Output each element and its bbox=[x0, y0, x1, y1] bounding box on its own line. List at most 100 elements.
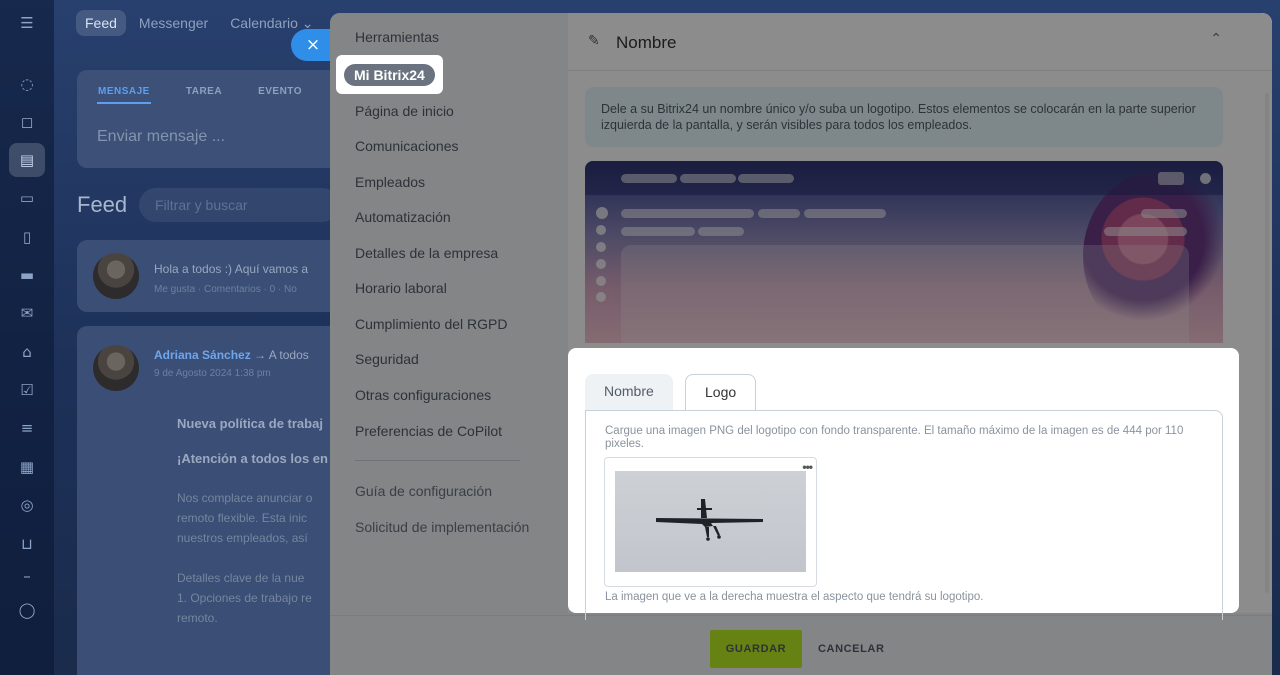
preview-dot bbox=[596, 276, 606, 286]
menu-item-gdpr[interactable]: Cumplimiento del RGPD bbox=[355, 316, 508, 332]
menu-item-security[interactable]: Seguridad bbox=[355, 351, 419, 367]
preview-bar bbox=[621, 227, 695, 236]
preview-bar bbox=[1141, 209, 1187, 218]
preview-hint: La imagen que ve a la derecha muestra el… bbox=[605, 591, 984, 603]
calendar-icon[interactable]: ▭ bbox=[17, 188, 37, 208]
post-text: Hola a todos :) Aquí vamos a bbox=[154, 262, 309, 276]
post-details-line: 1. Opciones de trabajo re bbox=[177, 591, 312, 605]
highlight-my-bitrix24: Mi Bitrix24 bbox=[336, 55, 443, 94]
pulse-icon[interactable]: ◌ bbox=[17, 74, 37, 94]
preview-bar bbox=[738, 174, 794, 183]
crm-icon[interactable]: ≡ bbox=[17, 418, 37, 438]
left-rail: ☰ ◌ ◻ ▤ ▭ ▯ ▬ ✉ ⌂ ☑ ≡ ▦ ◎ ⊔ – ◯ bbox=[0, 0, 54, 675]
preview-dot bbox=[596, 225, 606, 235]
feed-icon[interactable]: ▤ bbox=[9, 143, 45, 177]
chat-icon[interactable]: ◻ bbox=[17, 112, 37, 132]
preview-bar bbox=[804, 209, 886, 218]
composer-tab-indicator bbox=[97, 102, 151, 104]
menu-item-company-details[interactable]: Detalles de la empresa bbox=[355, 245, 498, 261]
portal-preview bbox=[585, 161, 1223, 343]
preview-bar bbox=[680, 174, 736, 183]
preview-card bbox=[621, 245, 1189, 343]
menu-item-other-settings[interactable]: Otras configuraciones bbox=[355, 387, 491, 403]
nav-tab-messenger[interactable]: Messenger bbox=[130, 10, 217, 36]
logo-tab-panel: Cargue una imagen PNG del logotipo con f… bbox=[585, 410, 1223, 620]
post-recipient: → A todos bbox=[254, 348, 309, 362]
chevron-up-icon[interactable]: ⌃ bbox=[1210, 31, 1222, 47]
post-meta: Me gusta · Comentarios · 0 · No bbox=[154, 284, 297, 295]
menu-item-work-hours[interactable]: Horario laboral bbox=[355, 280, 447, 296]
nav-tab-feed[interactable]: Feed bbox=[76, 10, 126, 36]
preview-bar bbox=[621, 209, 754, 218]
post-details-line: remoto. bbox=[177, 611, 218, 625]
logo-upload-frame[interactable]: ••• bbox=[604, 457, 817, 587]
top-navigation: Feed Messenger Calendario ⌄ bbox=[76, 9, 323, 37]
menu-item-automation[interactable]: Automatización bbox=[355, 209, 451, 225]
post-alert: ¡Atención a todos los en bbox=[177, 451, 328, 466]
post-details-line: Detalles clave de la nue bbox=[177, 571, 305, 585]
cancel-button[interactable]: CANCELAR bbox=[814, 630, 889, 668]
logo-image bbox=[615, 471, 806, 572]
composer-input[interactable]: Enviar mensaje ... bbox=[97, 128, 225, 146]
preview-bar bbox=[698, 227, 744, 236]
preview-logo-slot bbox=[1158, 172, 1184, 185]
mail-icon[interactable]: ✉ bbox=[17, 303, 37, 323]
menu-item-implementation-request[interactable]: Solicitud de implementación bbox=[355, 519, 529, 535]
marketing-icon[interactable]: ◎ bbox=[17, 495, 37, 515]
info-box: Dele a su Bitrix24 un nombre único y/o s… bbox=[585, 87, 1223, 147]
pen-icon: ✎ bbox=[588, 33, 600, 49]
menu-item-communications[interactable]: Comunicaciones bbox=[355, 138, 459, 154]
save-button[interactable]: GUARDAR bbox=[710, 630, 802, 668]
feed-post: Adriana Sánchez → A todos 9 de Agosto 20… bbox=[77, 326, 347, 675]
more-apps-icon[interactable]: ◯ bbox=[17, 600, 37, 620]
avatar[interactable] bbox=[93, 253, 139, 299]
feed-filter-input[interactable]: Filtrar y buscar bbox=[139, 188, 339, 222]
avatar[interactable] bbox=[93, 345, 139, 391]
preview-bar bbox=[621, 174, 677, 183]
menu-icon[interactable]: ☰ bbox=[17, 13, 37, 33]
grid-icon[interactable]: ▦ bbox=[17, 457, 37, 477]
section-header[interactable]: ✎ Nombre ⌃ bbox=[568, 13, 1272, 71]
post-composer: MENSAJE TAREA EVENTO Enviar mensaje ... bbox=[77, 70, 347, 168]
cart-icon[interactable]: ⊔ bbox=[17, 534, 37, 554]
preview-dot bbox=[596, 242, 606, 252]
composer-tab-event[interactable]: EVENTO bbox=[258, 86, 302, 97]
tasks-icon[interactable]: ☑ bbox=[17, 380, 37, 400]
scrollbar[interactable] bbox=[1265, 93, 1269, 593]
post-author[interactable]: Adriana Sánchez bbox=[154, 348, 251, 362]
close-slider-button[interactable]: × bbox=[291, 29, 331, 61]
post-body-line: remoto flexible. Esta inic bbox=[177, 511, 308, 525]
tab-logo[interactable]: Logo bbox=[685, 374, 757, 411]
composer-tab-message[interactable]: MENSAJE bbox=[98, 86, 150, 97]
section-title: Nombre bbox=[616, 33, 677, 52]
preview-dot bbox=[596, 259, 606, 269]
post-headline: Nueva política de trabaj bbox=[177, 416, 323, 431]
preview-dot bbox=[1200, 173, 1211, 184]
groups-icon[interactable]: ⌂ bbox=[17, 342, 37, 362]
drive-icon[interactable]: ▬ bbox=[17, 265, 37, 285]
feed-post: Hola a todos :) Aquí vamos a Me gusta · … bbox=[77, 240, 347, 312]
feed-title: Feed bbox=[77, 192, 128, 217]
composer-tab-task[interactable]: TAREA bbox=[186, 86, 222, 97]
post-body-line: Nos complace anunciar o bbox=[177, 491, 313, 505]
composer-tabs: MENSAJE TAREA EVENTO bbox=[98, 86, 302, 97]
menu-item-tools[interactable]: Herramientas bbox=[355, 29, 439, 45]
airplane-icon bbox=[656, 499, 763, 541]
divider-icon: – bbox=[23, 567, 31, 585]
upload-hint: Cargue una imagen PNG del logotipo con f… bbox=[605, 425, 1184, 450]
preview-bar bbox=[758, 209, 800, 218]
footer-bar: GUARDAR CANCELAR bbox=[330, 615, 1272, 675]
post-date: 9 de Agosto 2024 1:38 pm bbox=[154, 368, 271, 379]
menu-divider bbox=[355, 460, 520, 461]
menu-item-my-bitrix24[interactable]: Mi Bitrix24 bbox=[344, 64, 435, 86]
document-icon[interactable]: ▯ bbox=[17, 227, 37, 247]
menu-item-copilot[interactable]: Preferencias de CoPilot bbox=[355, 423, 502, 439]
close-icon: × bbox=[305, 35, 321, 55]
preview-dot bbox=[596, 292, 606, 302]
menu-item-home-page[interactable]: Página de inicio bbox=[355, 103, 454, 119]
menu-item-setup-guide[interactable]: Guía de configuración bbox=[355, 483, 492, 499]
tab-name[interactable]: Nombre bbox=[585, 374, 673, 410]
logo-settings-card: Nombre Logo Cargue una imagen PNG del lo… bbox=[568, 348, 1239, 620]
menu-item-employees[interactable]: Empleados bbox=[355, 174, 425, 190]
preview-dot bbox=[596, 207, 608, 219]
